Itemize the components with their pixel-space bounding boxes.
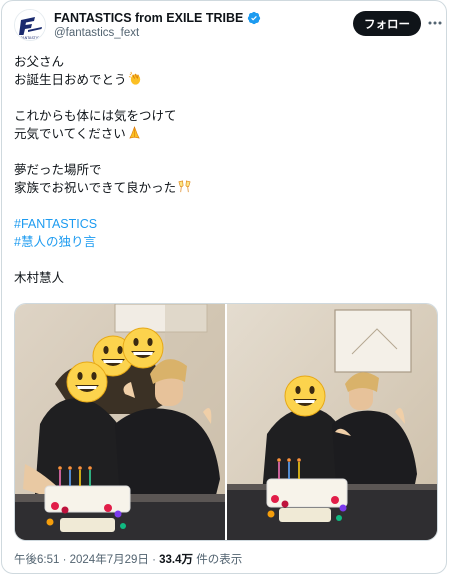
folded-hands-icon — [127, 125, 142, 145]
verified-badge-icon — [247, 11, 261, 25]
grinning-face-icon — [122, 327, 164, 369]
tweet-meta: 午後6:51 · 2024年7月29日 · 33.4万 件の表示 — [14, 551, 242, 567]
hashtag-link-keito[interactable]: #慧人の独り言 — [14, 233, 438, 251]
grinning-face-icon — [66, 361, 108, 403]
author-display-name[interactable]: FANTASTICS from EXILE TRIBE — [54, 11, 243, 25]
fantastics-logo-icon[interactable]: FANTASTICS — [14, 9, 46, 41]
text-line-with-emoji: 家族でお祝いできて良かった — [14, 179, 438, 197]
tweet-text: お父さん お誕生日おめでとう これからも体には気をつけて 元気でいてください 夢… — [14, 53, 438, 287]
tweet-header: FANTASTICS FANTASTICS from EXILE TRIBE @… — [14, 9, 442, 45]
follow-button[interactable]: フォロー — [353, 11, 421, 36]
text-line: お父さん — [14, 55, 65, 69]
svg-text:FANTASTICS: FANTASTICS — [20, 36, 42, 40]
text-content: 家族でお祝いできて良かった — [14, 181, 177, 195]
clinking-glasses-icon — [177, 179, 192, 199]
media-grid — [14, 303, 438, 541]
author-info: FANTASTICS from EXILE TRIBE @fantastics_… — [54, 11, 261, 39]
tweet-date[interactable]: 2024年7月29日 — [70, 554, 149, 566]
family-dinner-photo[interactable] — [15, 304, 225, 540]
text-content: お誕生日おめでとう — [14, 73, 127, 87]
signature-text: 木村慧人 — [14, 271, 65, 285]
grinning-face-icon — [284, 375, 326, 417]
hashtag-link-fantastics[interactable]: #FANTASTICS — [14, 215, 438, 233]
text-line: これからも体には気をつけて — [14, 109, 177, 123]
text-line-with-emoji: 元気でいてください — [14, 125, 438, 143]
tweet-time[interactable]: 午後6:51 — [14, 554, 59, 566]
text-content: 元気でいてください — [14, 127, 126, 141]
clapping-hands-icon — [128, 71, 143, 91]
more-dots-icon[interactable] — [425, 11, 445, 35]
views-count: 33.4万 — [159, 554, 194, 566]
text-line-with-emoji: お誕生日おめでとう — [14, 71, 438, 89]
text-line: 夢だった場所で — [14, 163, 102, 177]
meta-separator: · — [59, 554, 70, 566]
views-label: 件の表示 — [193, 554, 243, 566]
meta-separator: · — [148, 554, 160, 566]
tweet-card: FANTASTICS FANTASTICS from EXILE TRIBE @… — [1, 0, 447, 574]
birthday-cake-photo[interactable] — [227, 304, 437, 540]
author-handle[interactable]: @fantastics_fext — [54, 27, 261, 39]
